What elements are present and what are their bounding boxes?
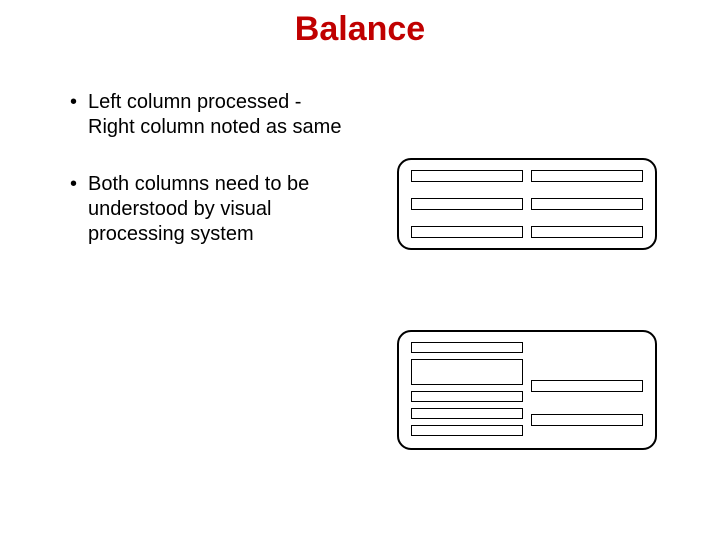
- figure-bar: [531, 380, 643, 392]
- balanced-layout-figure: [397, 158, 657, 250]
- figure-bar: [531, 226, 643, 238]
- figure-left-column: [411, 170, 523, 238]
- figure-bar: [411, 408, 523, 419]
- figure-bar: [411, 198, 523, 210]
- bullet-list: Left column processed - Right column not…: [70, 90, 350, 279]
- slide-title: Balance: [0, 10, 720, 49]
- figure-bar: [411, 342, 523, 353]
- figure-right-column: [531, 342, 643, 438]
- figure-bar: [411, 425, 523, 436]
- figure-right-column: [531, 170, 643, 238]
- bullet-item: Both columns need to be understood by vi…: [70, 172, 350, 247]
- slide: Balance Left column processed - Right co…: [0, 0, 720, 540]
- figure-bar: [531, 170, 643, 182]
- figure-bar: [411, 359, 523, 385]
- figure-bar: [411, 391, 523, 402]
- figure-bar: [531, 414, 643, 426]
- figure-bar: [411, 226, 523, 238]
- unbalanced-layout-figure: [397, 330, 657, 450]
- bullet-item: Left column processed - Right column not…: [70, 90, 350, 140]
- figure-left-column: [411, 342, 523, 438]
- figure-bar: [411, 170, 523, 182]
- figure-bar: [531, 198, 643, 210]
